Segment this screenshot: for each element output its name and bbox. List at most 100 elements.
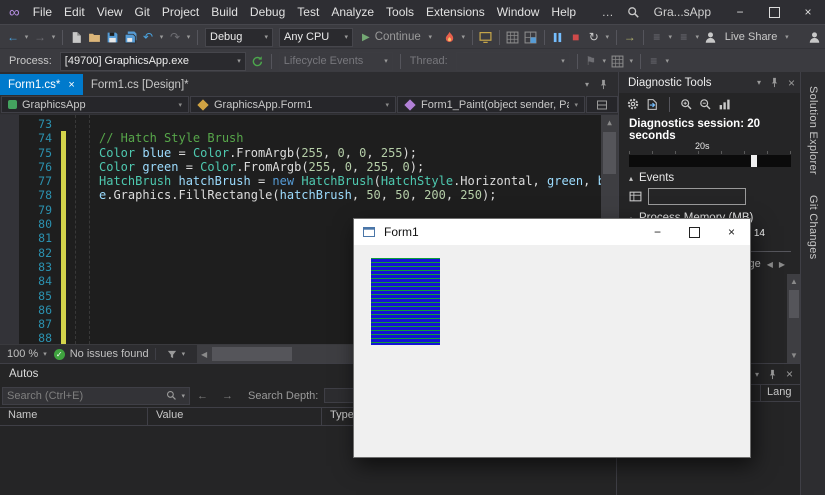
select-element-icon[interactable] — [504, 27, 522, 47]
window-position-chevron-icon[interactable]: ▾ — [757, 78, 761, 87]
restart-icon[interactable]: ↻ — [585, 27, 603, 47]
feedback-icon[interactable] — [805, 27, 823, 47]
tab-form1cs[interactable]: Form1.cs* × — [0, 74, 83, 95]
scrollbar-thumb[interactable] — [603, 132, 616, 174]
show-threads-in-source-icon[interactable]: ≡ — [648, 27, 666, 47]
dropdown-caret-icon[interactable]: ▾ — [22, 33, 31, 41]
member-dropdown[interactable]: Form1_Paint(object sender, PaintEver ▾ — [397, 96, 585, 113]
code-text[interactable] — [66, 203, 601, 217]
process-combo[interactable]: [49700] GraphicsApp.exe ▾ — [59, 51, 246, 71]
menu-overflow-icon[interactable]: … — [596, 5, 621, 19]
show-layout-adorners-icon[interactable] — [522, 27, 540, 47]
zoom-in-icon[interactable] — [680, 98, 693, 111]
menu-item-debug[interactable]: Debug — [244, 2, 291, 22]
dropdown-caret-icon[interactable]: ▾ — [603, 33, 612, 41]
export-icon[interactable] — [646, 98, 659, 111]
search-icon[interactable] — [166, 390, 177, 401]
menu-item-help[interactable]: Help — [545, 2, 582, 22]
solution-platforms-combo[interactable]: Any CPU ▾ — [279, 27, 353, 47]
diagnostic-tools-titlebar[interactable]: Diagnostic Tools ▾ × — [619, 72, 801, 93]
zoom-out-icon[interactable] — [699, 98, 712, 111]
intellitrace-icon[interactable] — [477, 27, 495, 47]
maximize-button[interactable] — [757, 0, 791, 24]
show-threads-icon[interactable]: ≡ — [645, 51, 663, 71]
window-position-chevron-icon[interactable]: ▾ — [755, 370, 759, 379]
menu-item-extensions[interactable]: Extensions — [420, 2, 491, 22]
form1-app-window[interactable]: Form1 − × — [353, 218, 751, 458]
nav-forward-icon[interactable]: → — [31, 27, 49, 47]
dropdown-caret-icon[interactable]: ▾ — [459, 33, 468, 41]
menu-item-window[interactable]: Window — [491, 2, 546, 22]
undo-icon[interactable]: ↶ — [139, 27, 157, 47]
scroll-up-icon[interactable]: ▲ — [787, 274, 801, 289]
dropdown-caret-icon[interactable]: ▾ — [663, 57, 672, 65]
menu-item-edit[interactable]: Edit — [58, 2, 91, 22]
chevron-down-icon[interactable]: ▾ — [181, 392, 185, 400]
menu-item-view[interactable]: View — [91, 2, 129, 22]
scrollbar-thumb[interactable] — [789, 290, 799, 318]
dropdown-caret-icon[interactable]: ▾ — [627, 57, 636, 65]
menu-item-git[interactable]: Git — [129, 2, 156, 22]
search-input[interactable]: Search (Ctrl+E) ▾ — [2, 386, 190, 405]
next-result-icon[interactable]: → — [222, 390, 233, 402]
code-text[interactable]: Color green = Color.FromArgb(255, 0, 255… — [66, 160, 601, 174]
close-button[interactable]: × — [791, 0, 825, 24]
stop-debugging-icon[interactable]: ■ — [567, 27, 585, 47]
issues-indicator[interactable]: ✓ No issues found — [53, 348, 149, 360]
scroll-up-icon[interactable]: ▲ — [601, 115, 618, 130]
events-track[interactable] — [648, 188, 746, 205]
stack-frames-icon[interactable] — [609, 51, 627, 71]
close-tab-icon[interactable]: × — [68, 79, 74, 91]
code-text[interactable] — [66, 117, 601, 131]
flag-icon[interactable]: ⚑ — [582, 51, 600, 71]
scroll-down-icon[interactable]: ▼ — [787, 348, 801, 363]
class-dropdown[interactable]: GraphicsApp.Form1 ▾ — [190, 96, 396, 113]
break-all-icon[interactable] — [549, 27, 567, 47]
prev-result-icon[interactable]: ← — [197, 390, 208, 402]
zoom-combo[interactable]: 100 % ▾ — [0, 348, 54, 360]
close-panel-icon[interactable]: × — [788, 76, 795, 90]
side-tab-solution-explorer[interactable]: Solution Explorer — [807, 86, 819, 175]
thread-combo[interactable]: ▾ — [455, 51, 570, 71]
hot-reload-icon[interactable] — [441, 27, 459, 47]
refresh-process-icon[interactable] — [249, 51, 267, 71]
form1-titlebar[interactable]: Form1 − × — [354, 219, 750, 245]
dropdown-caret-icon[interactable]: ▾ — [666, 33, 675, 41]
dropdown-caret-icon[interactable]: ▾ — [49, 33, 58, 41]
settings-gear-icon[interactable] — [626, 97, 640, 111]
new-file-icon[interactable] — [67, 27, 85, 47]
form-minimize-button[interactable]: − — [639, 219, 676, 245]
pin-icon[interactable] — [598, 79, 609, 90]
live-share-icon[interactable] — [702, 27, 720, 47]
code-text[interactable]: HatchBrush hatchBrush = new HatchBrush(H… — [66, 174, 601, 188]
pin-icon[interactable] — [769, 77, 780, 88]
tab-scroll-right-icon[interactable]: ▶ — [779, 260, 785, 269]
redo-icon[interactable]: ↷ — [166, 27, 184, 47]
close-panel-icon[interactable]: × — [786, 367, 793, 381]
pin-icon[interactable] — [767, 369, 778, 380]
column-name[interactable]: Name — [0, 408, 148, 425]
split-editor-icon[interactable] — [586, 96, 618, 113]
form-maximize-button[interactable] — [676, 219, 713, 245]
continue-button[interactable]: ▶ Continue ▾ — [356, 31, 441, 43]
menu-item-tools[interactable]: Tools — [380, 2, 420, 22]
menu-item-project[interactable]: Project — [156, 2, 205, 22]
column-value[interactable]: Value — [148, 408, 322, 425]
dropdown-caret-icon[interactable]: ▾ — [693, 33, 702, 41]
scrollbar-thumb[interactable] — [212, 347, 293, 361]
solution-configurations-combo[interactable]: Debug ▾ — [205, 27, 273, 47]
menu-item-file[interactable]: File — [27, 2, 58, 22]
filter-button[interactable]: ▾ — [166, 349, 185, 360]
side-tab-git-changes[interactable]: Git Changes — [807, 195, 819, 259]
events-section-header[interactable]: ▴ Events — [619, 167, 801, 185]
dropdown-caret-icon[interactable]: ▾ — [184, 33, 193, 41]
timeline-current-marker[interactable] — [751, 155, 757, 167]
menu-item-build[interactable]: Build — [205, 2, 244, 22]
dropdown-caret-icon[interactable]: ▾ — [600, 57, 609, 65]
code-text[interactable]: e.Graphics.FillRectangle(hatchBrush, 50,… — [66, 188, 601, 202]
tab-form1cs-design[interactable]: Form1.cs [Design]* — [83, 74, 197, 95]
dropdown-caret-icon[interactable]: ▾ — [157, 33, 166, 41]
form-close-button[interactable]: × — [713, 219, 750, 245]
reset-view-icon[interactable] — [718, 98, 731, 111]
document-list-chevron-icon[interactable]: ▾ — [585, 80, 589, 89]
